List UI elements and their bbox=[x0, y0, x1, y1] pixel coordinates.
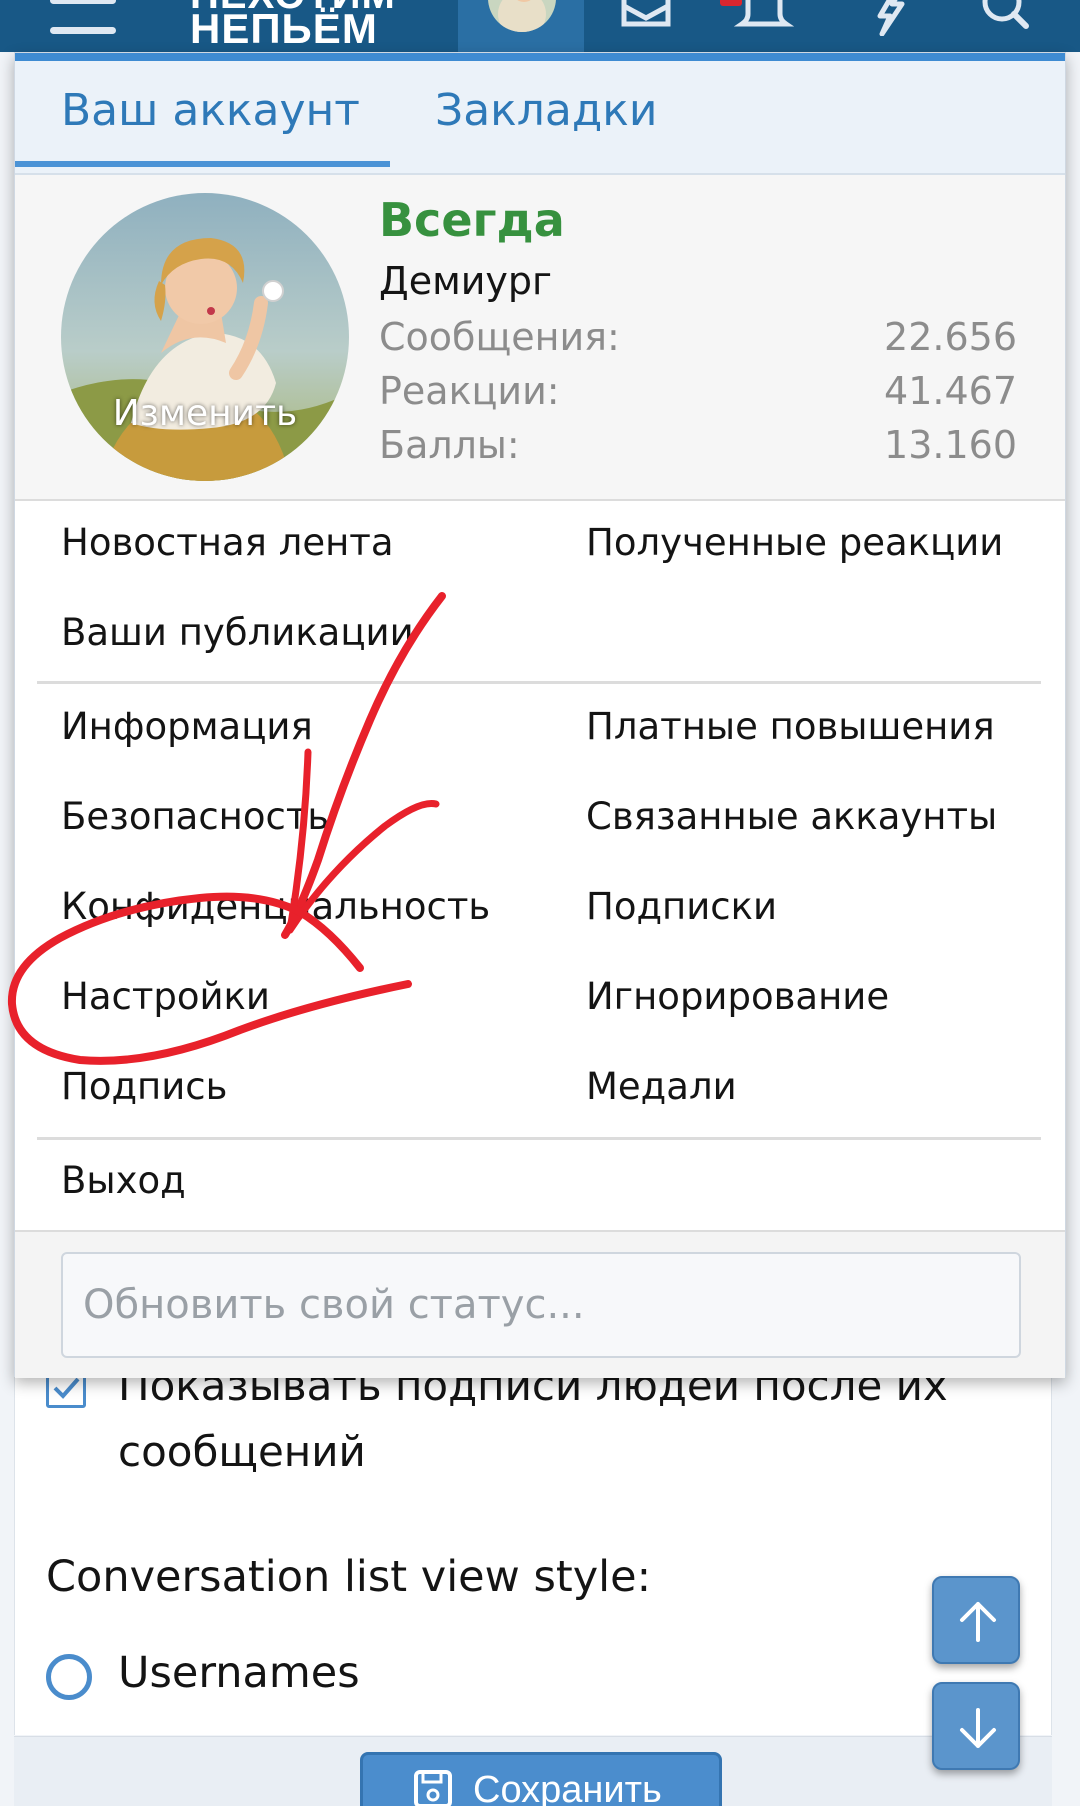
search-icon[interactable] bbox=[976, 0, 1036, 36]
bolt-icon[interactable] bbox=[858, 0, 918, 37]
menu-divider bbox=[37, 1137, 1041, 1140]
profile-username[interactable]: Всегда bbox=[379, 193, 565, 247]
arrow-down-icon bbox=[960, 1708, 996, 1748]
account-avatar bbox=[488, 0, 556, 32]
status-input[interactable] bbox=[61, 1252, 1021, 1358]
stat-value-points[interactable]: 13.160 bbox=[884, 423, 1017, 467]
tab-bookmarks[interactable]: Закладки bbox=[435, 85, 657, 136]
menu-divider bbox=[37, 681, 1041, 684]
profile-avatar[interactable]: Изменить bbox=[61, 193, 349, 481]
top-navigation-bar: НЕХОТИМ НЕПЬЁМ bbox=[0, 0, 1080, 52]
active-tab-indicator bbox=[15, 161, 390, 167]
link-account-upgrades[interactable]: Платные повышения bbox=[586, 705, 995, 748]
save-button[interactable]: Сохранить bbox=[360, 1752, 722, 1806]
link-signature[interactable]: Подпись bbox=[61, 1065, 227, 1108]
arrow-up-icon bbox=[960, 1602, 996, 1642]
account-tab[interactable] bbox=[458, 0, 584, 52]
link-your-content[interactable]: Ваши публикации bbox=[61, 611, 414, 654]
account-menu: Ваш аккаунт Закладки Изменить Всегда Дем… bbox=[14, 52, 1066, 1378]
stat-label-reactions: Реакции: bbox=[379, 369, 560, 413]
usernames-radio[interactable] bbox=[46, 1654, 92, 1700]
link-privacy[interactable]: Конфиденциальность bbox=[61, 885, 490, 928]
bell-icon[interactable] bbox=[733, 0, 795, 36]
stat-label-points: Баллы: bbox=[379, 423, 520, 467]
link-preferences[interactable]: Настройки bbox=[61, 975, 270, 1018]
show-signatures-label-cont: сообщений bbox=[118, 1427, 366, 1476]
stat-value-reactions[interactable]: 41.467 bbox=[884, 369, 1017, 413]
change-avatar-label: Изменить bbox=[112, 393, 298, 434]
menu-icon[interactable] bbox=[50, 0, 116, 40]
link-connected-accounts[interactable]: Связанные аккаунты bbox=[586, 795, 997, 838]
profile-user-title: Демиург bbox=[379, 259, 553, 303]
link-reactions-received[interactable]: Полученные реакции bbox=[586, 521, 1003, 564]
notification-badge bbox=[720, 0, 742, 6]
scroll-down-button[interactable] bbox=[932, 1682, 1020, 1770]
link-logout[interactable]: Выход bbox=[61, 1159, 186, 1202]
inbox-icon[interactable] bbox=[616, 0, 676, 36]
link-account-details[interactable]: Информация bbox=[61, 705, 313, 748]
scroll-up-button[interactable] bbox=[932, 1576, 1020, 1664]
conversation-style-label: Conversation list view style: bbox=[46, 1552, 652, 1602]
link-following[interactable]: Подписки bbox=[586, 885, 777, 928]
logo-line-2: НЕПЬЁМ bbox=[190, 5, 378, 49]
site-logo[interactable]: НЕХОТИМ НЕПЬЁМ bbox=[190, 0, 450, 48]
link-ignoring[interactable]: Игнорирование bbox=[586, 975, 889, 1018]
menu-accent-line bbox=[15, 53, 1065, 61]
usernames-radio-label: Usernames bbox=[118, 1648, 360, 1698]
link-news-feed[interactable]: Новостная лента bbox=[61, 521, 394, 564]
menu-tabs: Ваш аккаунт Закладки bbox=[15, 61, 1065, 175]
link-medals[interactable]: Медали bbox=[586, 1065, 737, 1108]
stat-value-messages[interactable]: 22.656 bbox=[884, 315, 1017, 359]
save-button-label: Сохранить bbox=[473, 1769, 662, 1806]
save-icon bbox=[414, 1770, 452, 1806]
stat-label-messages: Сообщения: bbox=[379, 315, 620, 359]
avatar-image bbox=[61, 193, 349, 481]
link-security[interactable]: Безопасность bbox=[61, 795, 329, 838]
tab-your-account[interactable]: Ваш аккаунт bbox=[61, 85, 360, 136]
